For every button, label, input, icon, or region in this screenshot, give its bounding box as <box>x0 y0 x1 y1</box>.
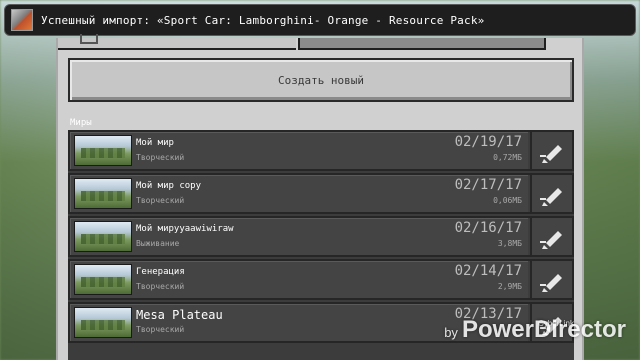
worlds-panel: Создать новый Миры Мой мир Творческий 02… <box>56 34 584 360</box>
pencil-icon <box>540 144 562 163</box>
world-mode: Творческий <box>136 325 185 334</box>
video-watermark: by PowerDirector <box>444 316 626 344</box>
world-thumbnail <box>74 178 132 209</box>
edit-world-button[interactable] <box>530 132 572 169</box>
world-date: 02/19/17 <box>454 134 522 150</box>
world-size: 0,72МБ <box>493 153 522 162</box>
tab-worlds[interactable] <box>58 34 296 50</box>
import-toast: Успешный импорт: «Sport Car: Lamborghini… <box>4 4 636 36</box>
world-mode: Творческий <box>136 196 185 205</box>
tab-servers[interactable] <box>298 38 546 50</box>
tab-bar <box>58 34 582 50</box>
world-thumbnail <box>74 135 132 166</box>
toast-text: Успешный импорт: «Sport Car: Lamborghini… <box>41 13 485 27</box>
world-select[interactable]: Мой мир copy Творческий 02/17/17 0,06МБ <box>70 175 528 212</box>
world-thumbnail <box>74 307 132 338</box>
world-select[interactable]: Мой мир Творческий 02/19/17 0,72МБ <box>70 132 528 169</box>
world-row[interactable]: Генерация Творческий 02/14/17 2,9МБ <box>68 259 574 300</box>
edit-world-button[interactable] <box>530 175 572 212</box>
worlds-section-label: Миры <box>70 118 92 128</box>
world-size: 0,06МБ <box>493 196 522 205</box>
world-tab-icon <box>80 34 98 44</box>
create-new-button[interactable]: Создать новый <box>68 58 574 102</box>
resource-pack-icon <box>11 9 33 31</box>
world-name: Mesa Plateau <box>136 308 223 322</box>
edit-world-button[interactable] <box>530 218 572 255</box>
watermark-by: by <box>444 325 458 340</box>
world-name: Мой мир <box>136 138 174 148</box>
pencil-icon <box>540 230 562 249</box>
world-mode: Выживание <box>136 239 180 248</box>
world-size: 2,9МБ <box>497 282 522 291</box>
world-name: Мой мир copy <box>136 181 202 191</box>
pencil-icon <box>540 273 562 292</box>
world-date: 02/16/17 <box>454 220 522 236</box>
world-mode: Творческий <box>136 153 185 162</box>
world-name: Генерация <box>136 267 185 277</box>
world-thumbnail <box>74 221 132 252</box>
world-name: Мой мирyyaawiwiraw <box>136 224 234 234</box>
world-select[interactable]: Генерация Творческий 02/14/17 2,9МБ <box>70 261 528 298</box>
world-mode: Творческий <box>136 282 185 291</box>
world-row[interactable]: Мой мир copy Творческий 02/17/17 0,06МБ <box>68 173 574 214</box>
world-thumbnail <box>74 264 132 295</box>
edit-world-button[interactable] <box>530 261 572 298</box>
world-date: 02/14/17 <box>454 263 522 279</box>
world-row[interactable]: Мой мир Творческий 02/19/17 0,72МБ <box>68 130 574 171</box>
world-date: 02/17/17 <box>454 177 522 193</box>
world-select[interactable]: Мой мирyyaawiwiraw Выживание 02/16/17 3,… <box>70 218 528 255</box>
pencil-icon <box>540 187 562 206</box>
world-row[interactable]: Мой мирyyaawiwiraw Выживание 02/16/17 3,… <box>68 216 574 257</box>
watermark-product: PowerDirector <box>461 316 626 343</box>
world-size: 3,8МБ <box>497 239 522 248</box>
